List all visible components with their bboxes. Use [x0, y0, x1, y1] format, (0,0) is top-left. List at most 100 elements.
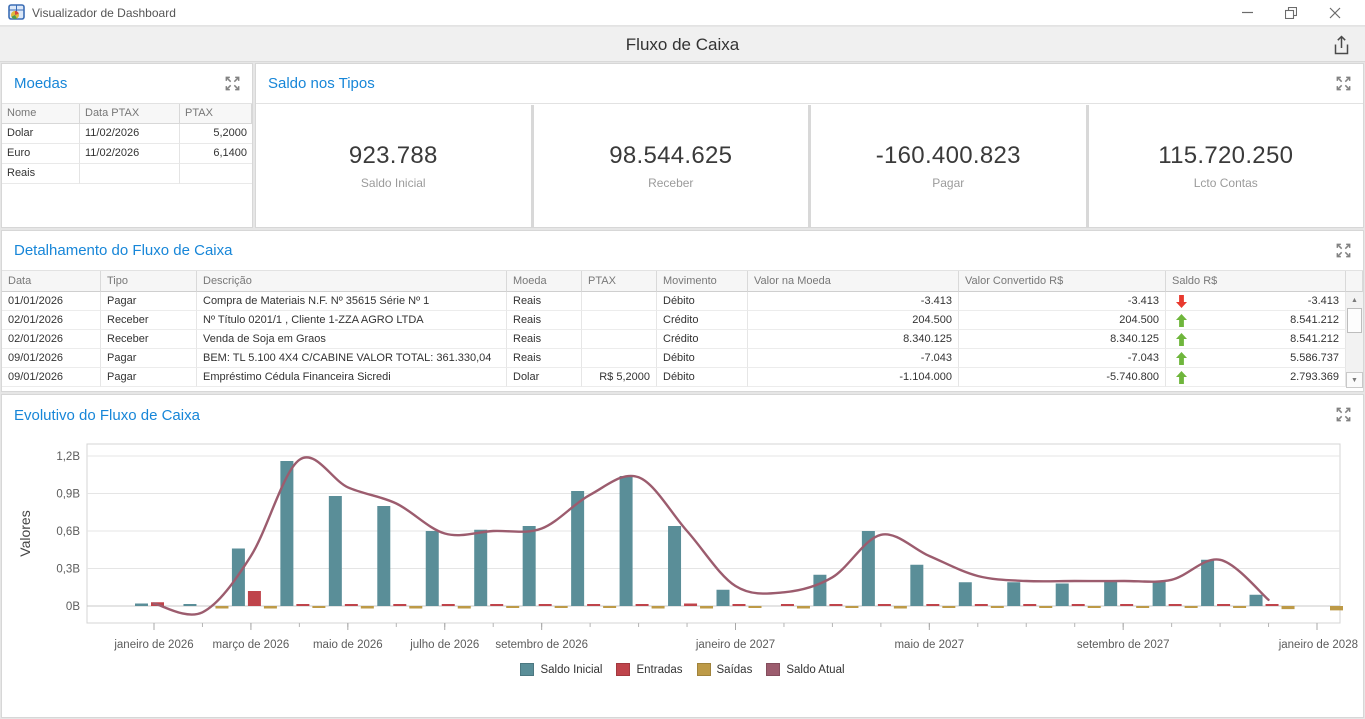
bar-saídas[interactable]	[1330, 606, 1343, 610]
expand-icon[interactable]	[1335, 242, 1353, 260]
bar-saídas[interactable]	[991, 606, 1004, 608]
bar-saídas[interactable]	[700, 606, 713, 609]
bar-entradas[interactable]	[1266, 604, 1279, 606]
column-header[interactable]: Descrição	[197, 271, 507, 292]
bar-entradas[interactable]	[733, 604, 746, 606]
bar-entradas[interactable]	[296, 604, 309, 606]
bar-saídas[interactable]	[1282, 606, 1295, 609]
bar-saídas[interactable]	[894, 606, 907, 609]
column-header[interactable]: Data	[2, 271, 101, 292]
bar-saldo-inicial[interactable]	[1056, 584, 1069, 607]
bar-entradas[interactable]	[442, 604, 455, 606]
bar-saídas[interactable]	[845, 606, 858, 608]
bar-saldo-inicial[interactable]	[426, 531, 439, 606]
bar-entradas[interactable]	[539, 604, 552, 606]
bar-saídas[interactable]	[215, 606, 228, 609]
bar-saldo-inicial[interactable]	[329, 496, 342, 606]
column-header[interactable]: PTAX	[582, 271, 657, 292]
bar-entradas[interactable]	[393, 604, 406, 606]
bar-saldo-inicial[interactable]	[959, 582, 972, 606]
column-header[interactable]: Valor Convertido R$	[959, 271, 1166, 292]
bar-entradas[interactable]	[248, 591, 261, 606]
expand-icon[interactable]	[224, 75, 242, 93]
legend-item-saídas[interactable]: Saídas	[697, 663, 753, 676]
bar-saídas[interactable]	[797, 606, 810, 609]
bar-saldo-inicial[interactable]	[377, 506, 390, 606]
bar-entradas[interactable]	[975, 604, 988, 606]
legend-item-entradas[interactable]: Entradas	[616, 663, 682, 676]
kpi-card-receber[interactable]: 98.544.625 Receber	[534, 105, 809, 227]
bar-entradas[interactable]	[1023, 604, 1036, 606]
column-header[interactable]: Saldo R$	[1166, 271, 1346, 292]
bar-saldo-inicial[interactable]	[523, 526, 536, 606]
bar-saídas[interactable]	[749, 606, 762, 608]
bar-saldo-inicial[interactable]	[1007, 582, 1020, 606]
bar-saldo-inicial[interactable]	[280, 461, 293, 606]
column-header[interactable]: Nome	[2, 104, 80, 124]
bar-saldo-inicial[interactable]	[232, 549, 245, 607]
scroll-up-button[interactable]: ▲	[1346, 292, 1363, 308]
table-row[interactable]: 02/01/2026ReceberVenda de Soja em GraosR…	[2, 330, 1363, 349]
bar-saídas[interactable]	[312, 606, 325, 608]
bar-saídas[interactable]	[361, 606, 374, 609]
bar-saídas[interactable]	[1185, 606, 1198, 608]
minimize-button[interactable]	[1225, 1, 1269, 25]
table-row[interactable]: 02/01/2026ReceberNº Título 0201/1 , Clie…	[2, 311, 1363, 330]
bar-saldo-inicial[interactable]	[620, 476, 633, 606]
bar-saídas[interactable]	[1088, 606, 1101, 608]
bar-saídas[interactable]	[1136, 606, 1149, 608]
bar-entradas[interactable]	[1072, 604, 1085, 606]
vertical-scrollbar[interactable]: ▲ ▼	[1346, 292, 1363, 388]
bar-saldo-inicial[interactable]	[910, 565, 923, 606]
column-header[interactable]: Tipo	[101, 271, 197, 292]
restore-button[interactable]	[1269, 1, 1313, 25]
table-row[interactable]: 01/01/2026PagarCompra de Materiais N.F. …	[2, 292, 1363, 311]
table-row[interactable]: 09/01/2026PagarEmpréstimo Cédula Finance…	[2, 368, 1363, 387]
bar-entradas[interactable]	[684, 604, 697, 607]
bar-entradas[interactable]	[345, 604, 358, 606]
bar-saídas[interactable]	[1233, 606, 1246, 608]
column-header[interactable]: Valor na Moeda	[748, 271, 959, 292]
bar-saídas[interactable]	[603, 606, 616, 608]
bar-entradas[interactable]	[1120, 604, 1133, 606]
bar-saldo-inicial[interactable]	[668, 526, 681, 606]
legend-item-saldo-inicial[interactable]: Saldo Inicial	[520, 663, 602, 676]
bar-saídas[interactable]	[458, 606, 471, 609]
bar-entradas[interactable]	[490, 604, 503, 606]
bar-saídas[interactable]	[652, 606, 665, 609]
kpi-card-pagar[interactable]: -160.400.823 Pagar	[811, 105, 1086, 227]
table-row[interactable]: Euro 11/02/2026 6,1400	[2, 144, 252, 164]
table-row[interactable]: Dolar 11/02/2026 5,2000	[2, 124, 252, 144]
bar-entradas[interactable]	[636, 604, 649, 606]
bar-saldo-inicial[interactable]	[1201, 560, 1214, 606]
export-button[interactable]	[1327, 32, 1355, 58]
bar-entradas[interactable]	[781, 604, 794, 606]
column-header[interactable]: Movimento	[657, 271, 748, 292]
bar-saídas[interactable]	[264, 606, 277, 609]
bar-saldo-inicial[interactable]	[1153, 581, 1166, 606]
window-titlebar[interactable]: Visualizador de Dashboard	[0, 0, 1365, 26]
close-button[interactable]	[1313, 1, 1357, 25]
bar-saldo-inicial[interactable]	[813, 575, 826, 606]
bar-saldo-inicial[interactable]	[717, 590, 730, 606]
column-header[interactable]: Data PTAX	[80, 104, 180, 124]
scrollbar-thumb[interactable]	[1347, 308, 1362, 333]
bar-saldo-inicial[interactable]	[183, 604, 196, 606]
bar-saídas[interactable]	[555, 606, 568, 608]
bar-saldo-inicial[interactable]	[1250, 595, 1263, 606]
table-row[interactable]: 09/01/2026PagarBEM: TL 5.100 4X4 C/CABIN…	[2, 349, 1363, 368]
table-row[interactable]: Reais	[2, 164, 252, 184]
kpi-card-saldo-inicial[interactable]: 923.788 Saldo Inicial	[256, 105, 531, 227]
bar-saídas[interactable]	[1039, 606, 1052, 608]
bar-saldo-inicial[interactable]	[1104, 581, 1117, 606]
legend-item-saldo-atual[interactable]: Saldo Atual	[766, 663, 844, 676]
expand-icon[interactable]	[1335, 406, 1353, 424]
bar-entradas[interactable]	[1217, 604, 1230, 606]
bar-saídas[interactable]	[942, 606, 955, 608]
bar-saldo-inicial[interactable]	[135, 604, 148, 607]
column-header[interactable]: PTAX	[180, 104, 252, 124]
bar-entradas[interactable]	[829, 604, 842, 606]
bar-saídas[interactable]	[409, 606, 422, 609]
kpi-card-lcto-contas[interactable]: 115.720.250 Lcto Contas	[1089, 105, 1364, 227]
expand-icon[interactable]	[1335, 75, 1353, 93]
